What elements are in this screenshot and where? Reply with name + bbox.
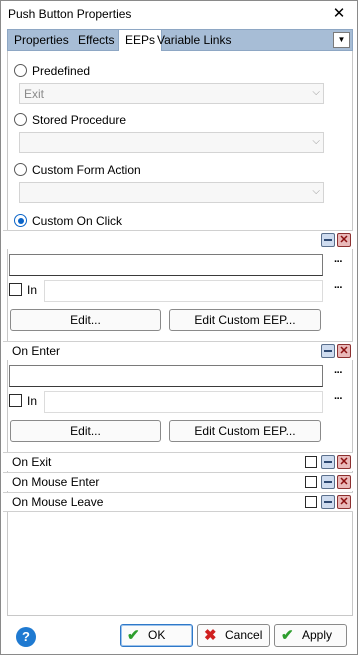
on-exit-section-header[interactable]: On Exit ✕ bbox=[3, 452, 353, 471]
help-icon[interactable]: ? bbox=[16, 627, 36, 647]
predefined-value: Exit bbox=[24, 87, 45, 101]
custom-form-action-select[interactable]: ⌵ bbox=[19, 182, 324, 203]
on-exit-section-label: On Exit bbox=[12, 455, 52, 469]
custom-on-click-label: Custom On Click bbox=[32, 214, 123, 228]
stored-procedure-select[interactable]: ⌵ bbox=[19, 132, 324, 153]
on-enter-expression-field[interactable] bbox=[9, 365, 323, 387]
close-icon[interactable]: ✕ bbox=[337, 495, 351, 509]
on-enter-in-field[interactable] bbox=[44, 391, 323, 413]
on-enter-in-label: In bbox=[27, 394, 38, 408]
on-click-in-field[interactable] bbox=[44, 280, 323, 302]
chevron-down-icon: ⌵ bbox=[312, 186, 320, 197]
close-icon[interactable]: ✕ bbox=[337, 455, 351, 469]
on-click-in-label: In bbox=[27, 283, 38, 297]
cross-icon: ✖ bbox=[204, 627, 217, 644]
apply-button[interactable]: ✔ Apply bbox=[274, 624, 347, 647]
tab-variable-links[interactable]: Variable Links bbox=[151, 30, 237, 51]
on-mouse-leave-section-label: On Mouse Leave bbox=[12, 495, 104, 509]
more-options-icon[interactable]: ··· bbox=[334, 367, 343, 379]
restore-icon[interactable] bbox=[321, 475, 335, 489]
chevron-down-icon: ⌵ bbox=[312, 87, 320, 98]
custom-form-action-radio[interactable] bbox=[14, 163, 27, 176]
on-mouse-leave-checkbox[interactable] bbox=[305, 496, 317, 508]
push-button-properties-dialog: Push Button Properties ✕ Properties Effe… bbox=[0, 0, 358, 655]
ok-button-label: OK bbox=[148, 628, 166, 642]
custom-form-action-option[interactable]: Custom Form Action bbox=[14, 162, 214, 178]
predefined-option[interactable]: Predefined bbox=[14, 63, 214, 79]
stored-procedure-option[interactable]: Stored Procedure bbox=[14, 112, 214, 128]
predefined-label: Predefined bbox=[32, 64, 91, 78]
check-icon: ✔ bbox=[127, 627, 140, 644]
more-options-icon[interactable]: ··· bbox=[334, 282, 343, 294]
tab-bar: Properties Effects EEPs Variable Links ▼ bbox=[7, 29, 353, 52]
custom-on-click-radio[interactable] bbox=[14, 214, 27, 227]
window-title: Push Button Properties bbox=[8, 7, 132, 21]
on-mouse-leave-section-header[interactable]: On Mouse Leave ✕ bbox=[3, 492, 353, 512]
dialog-footer: ? ✔ OK ✖ Cancel ✔ Apply bbox=[1, 616, 357, 654]
tab-dropdown-icon[interactable]: ▼ bbox=[333, 32, 350, 48]
on-click-section-header: ✕ bbox=[3, 230, 353, 249]
close-icon[interactable]: ✕ bbox=[329, 4, 349, 24]
title-bar: Push Button Properties ✕ bbox=[1, 1, 357, 28]
predefined-select[interactable]: Exit ⌵ bbox=[19, 83, 324, 104]
minimize-icon[interactable] bbox=[321, 233, 335, 247]
on-click-in-checkbox[interactable] bbox=[9, 283, 22, 296]
close-icon[interactable]: ✕ bbox=[337, 233, 351, 247]
on-mouse-enter-section-header[interactable]: On Mouse Enter ✕ bbox=[3, 472, 353, 491]
more-options-icon[interactable]: ··· bbox=[334, 393, 343, 405]
ok-button[interactable]: ✔ OK bbox=[120, 624, 193, 647]
on-enter-in-checkbox[interactable] bbox=[9, 394, 22, 407]
on-click-edit-button[interactable]: Edit... bbox=[10, 309, 161, 331]
tab-properties[interactable]: Properties bbox=[8, 30, 75, 51]
on-exit-checkbox[interactable] bbox=[305, 456, 317, 468]
more-options-icon[interactable]: ··· bbox=[334, 256, 343, 268]
on-click-edit-custom-eep-button[interactable]: Edit Custom EEP... bbox=[169, 309, 321, 331]
stored-procedure-label: Stored Procedure bbox=[32, 113, 127, 127]
cancel-button-label: Cancel bbox=[225, 628, 263, 642]
on-enter-section-header: On Enter ✕ bbox=[3, 341, 353, 360]
on-mouse-enter-section-label: On Mouse Enter bbox=[12, 475, 100, 489]
on-enter-section-label: On Enter bbox=[12, 344, 61, 358]
tab-effects[interactable]: Effects bbox=[72, 30, 120, 51]
check-icon: ✔ bbox=[281, 627, 294, 644]
close-icon[interactable]: ✕ bbox=[337, 475, 351, 489]
apply-button-label: Apply bbox=[302, 628, 333, 642]
minimize-icon[interactable] bbox=[321, 344, 335, 358]
on-enter-edit-button[interactable]: Edit... bbox=[10, 420, 161, 442]
predefined-radio[interactable] bbox=[14, 64, 27, 77]
stored-procedure-radio[interactable] bbox=[14, 113, 27, 126]
chevron-down-icon: ⌵ bbox=[312, 136, 320, 147]
on-mouse-enter-checkbox[interactable] bbox=[305, 476, 317, 488]
restore-icon[interactable] bbox=[321, 495, 335, 509]
restore-icon[interactable] bbox=[321, 455, 335, 469]
cancel-button[interactable]: ✖ Cancel bbox=[197, 624, 270, 647]
on-click-expression-field[interactable] bbox=[9, 254, 323, 276]
custom-on-click-option[interactable]: Custom On Click bbox=[14, 213, 214, 229]
custom-form-action-label: Custom Form Action bbox=[32, 163, 141, 177]
close-icon[interactable]: ✕ bbox=[337, 344, 351, 358]
on-enter-edit-custom-eep-button[interactable]: Edit Custom EEP... bbox=[169, 420, 321, 442]
